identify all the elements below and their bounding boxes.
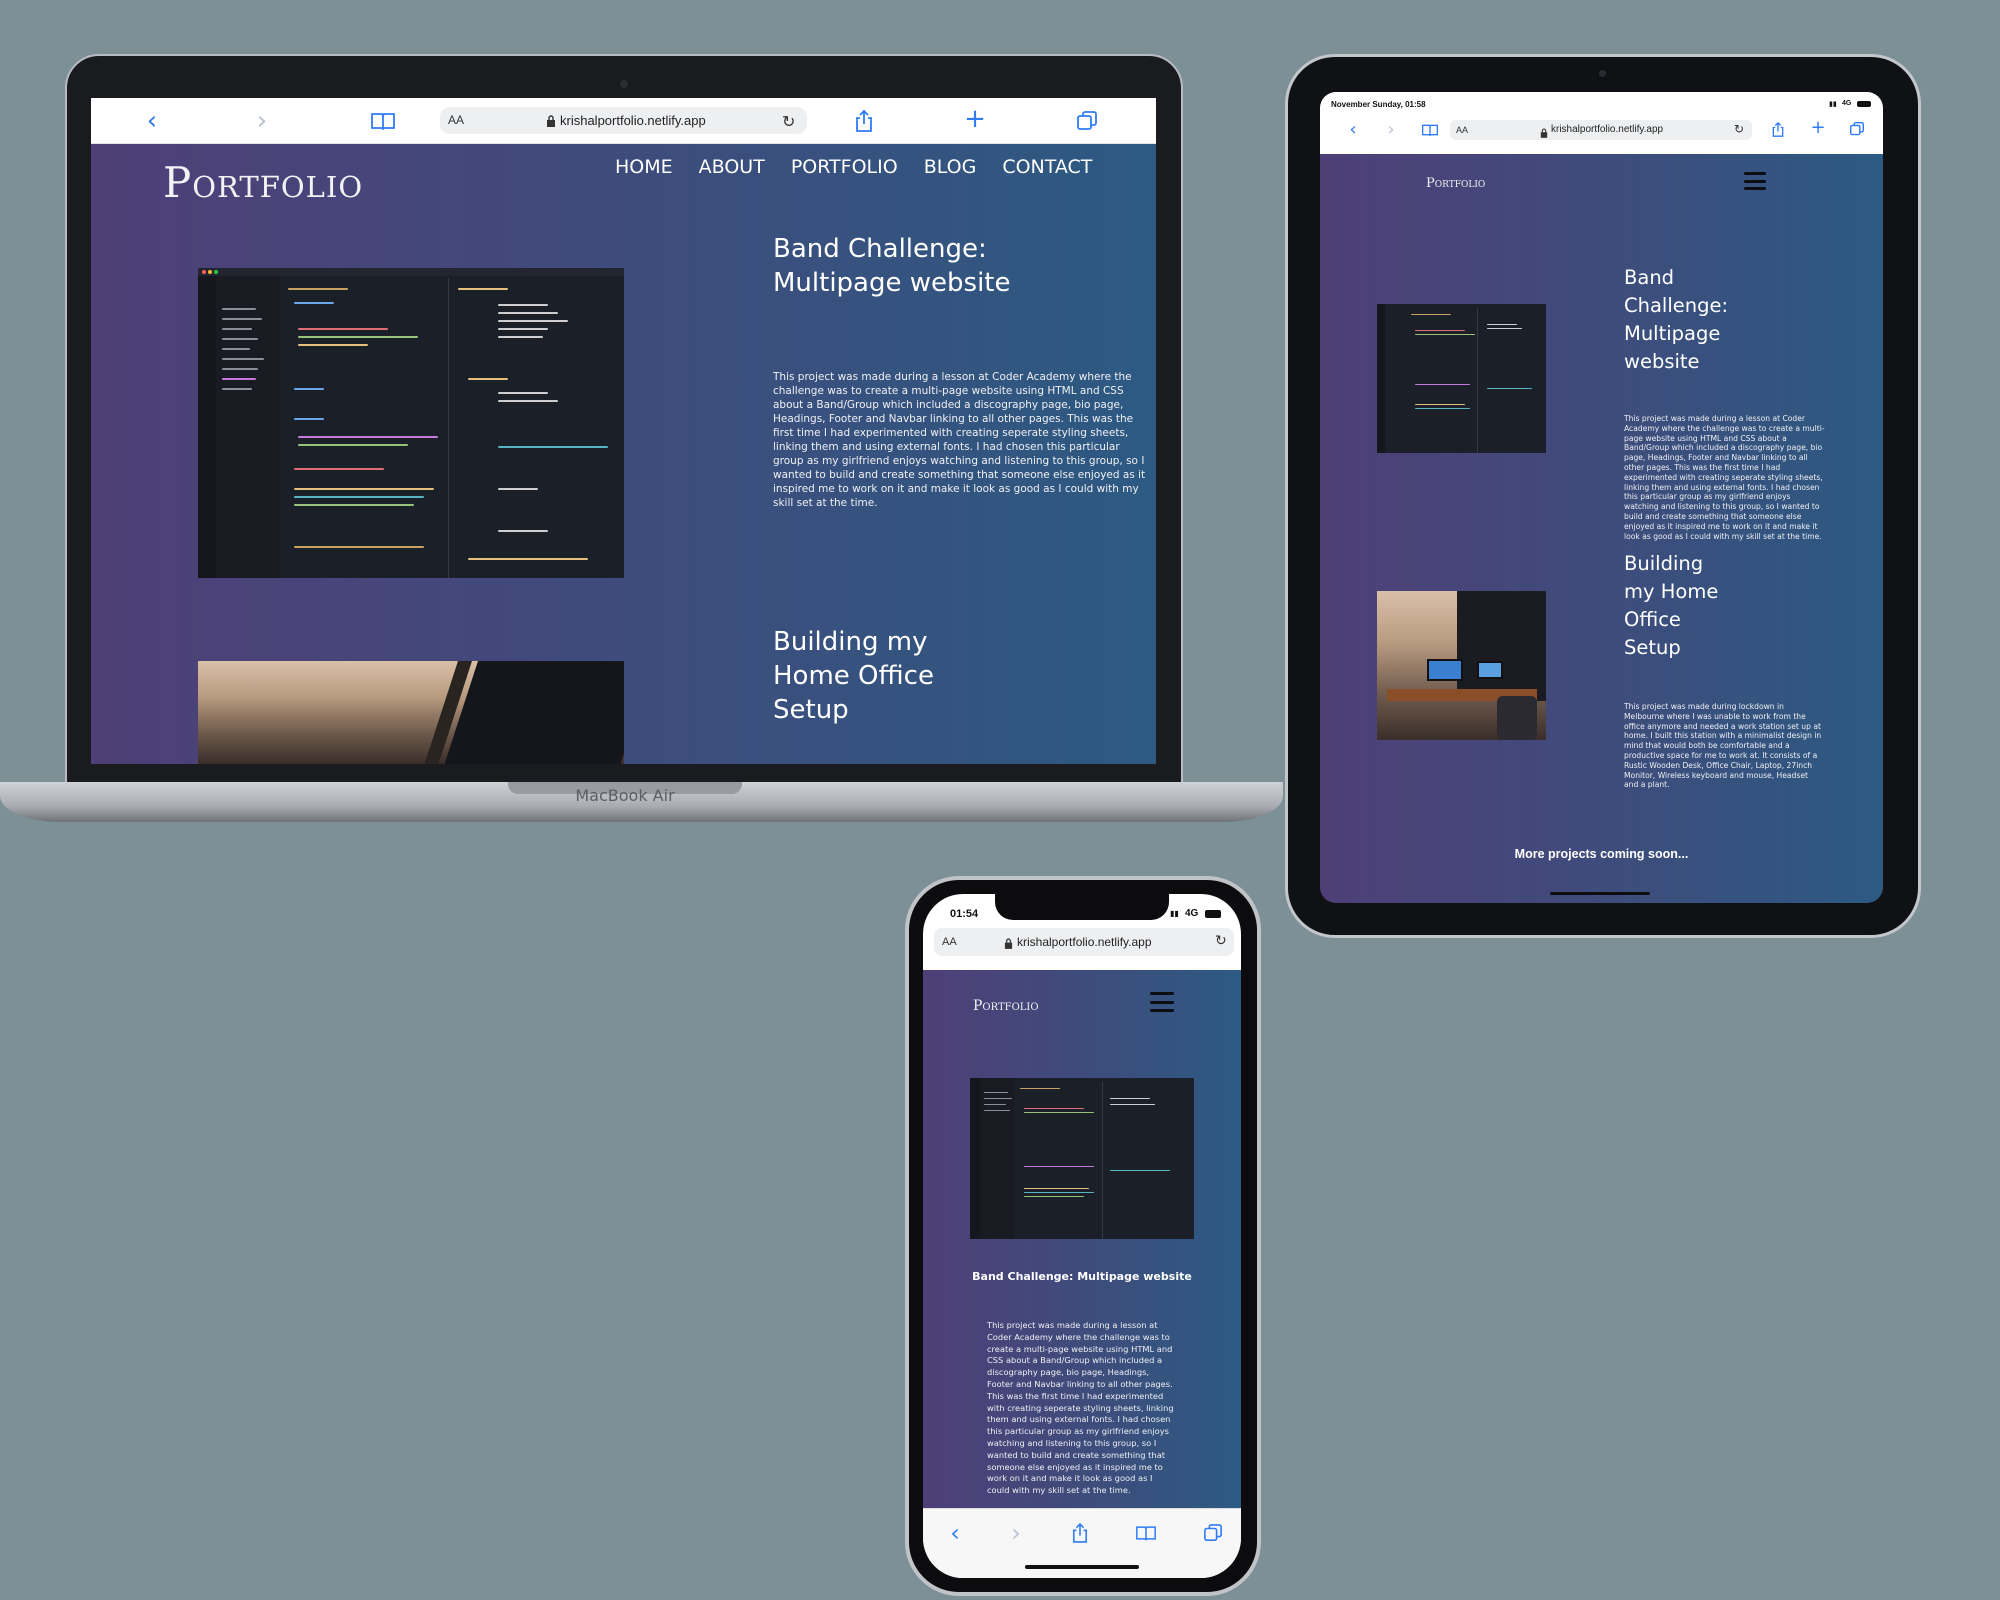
site-logo[interactable]: Portfolio — [973, 998, 1039, 1014]
text-size-button[interactable]: AA — [942, 936, 957, 948]
back-icon[interactable]: ‹ — [943, 1519, 967, 1547]
site-logo[interactable]: Portfolio — [1426, 176, 1485, 191]
forward-icon[interactable]: › — [247, 106, 277, 136]
laptop-address-bar[interactable]: AA krishalportfolio.netlify.app ↻ — [440, 107, 807, 134]
project-image-home-office — [198, 661, 624, 764]
book-icon[interactable] — [1134, 1521, 1158, 1545]
project-image-home-office — [1377, 591, 1546, 740]
forward-icon[interactable]: › — [1004, 1519, 1028, 1547]
nav-portfolio[interactable]: PORTFOLIO — [791, 156, 898, 178]
nav-about[interactable]: ABOUT — [699, 156, 765, 178]
share-icon[interactable] — [1068, 1521, 1092, 1545]
phone-address-bar[interactable]: AA krishalportfolio.netlify.app ↻ — [934, 928, 1234, 956]
site-logo[interactable]: Portfolio — [163, 158, 363, 207]
share-icon[interactable] — [849, 106, 879, 136]
project-title: Band Challenge: Multipage website — [1624, 266, 1729, 373]
project-description: This project was made during a lesson at… — [1624, 414, 1825, 541]
home-indicator — [1025, 1565, 1139, 1569]
text-size-button[interactable]: AA — [1456, 125, 1468, 135]
url-text: krishalportfolio.netlify.app — [1551, 124, 1664, 135]
laptop-camera — [620, 80, 628, 88]
battery-icon — [1205, 910, 1221, 918]
tablet-camera — [1599, 70, 1606, 77]
tabs-icon[interactable] — [1201, 1521, 1225, 1545]
battery-icon — [1857, 101, 1871, 107]
phone-network-label: 4G — [1185, 908, 1199, 919]
phone-site-viewport: Portfolio Band Challenge: Multipage webs… — [923, 970, 1241, 1508]
phone-screen: 01:54 ▮▮ 4G AA krishalportfolio.netlify.… — [923, 894, 1241, 1578]
book-icon[interactable] — [1421, 122, 1439, 138]
project-title: Building my Home Office Setup — [773, 627, 934, 725]
book-icon[interactable] — [368, 108, 398, 134]
tabs-icon[interactable] — [1848, 120, 1866, 138]
text-size-button[interactable]: AA — [448, 113, 464, 127]
tabs-icon[interactable] — [1072, 106, 1102, 136]
hamburger-menu-icon[interactable] — [1744, 172, 1766, 190]
signal-icon: ▮▮ — [1829, 101, 1837, 108]
project-description: This project was made during a lesson at… — [773, 371, 1146, 509]
home-indicator — [1550, 892, 1650, 895]
plus-icon[interactable]: + — [960, 104, 990, 134]
laptop-label: MacBook Air — [575, 786, 675, 805]
tablet-network-label: 4G — [1842, 100, 1852, 107]
project-image-code-editor — [198, 268, 624, 578]
forward-icon[interactable]: › — [1382, 119, 1400, 140]
project-description: This project was made during lockdown in… — [1624, 702, 1822, 790]
project-image-code-editor — [970, 1078, 1194, 1239]
laptop-site-viewport: Portfolio HOME ABOUT PORTFOLIO BLOG CONT… — [91, 144, 1156, 764]
url-text: krishalportfolio.netlify.app — [1017, 935, 1152, 949]
nav-home[interactable]: HOME — [615, 156, 673, 178]
tablet-status-time: November Sunday, 01:58 — [1331, 100, 1426, 109]
back-icon[interactable]: ‹ — [137, 106, 167, 136]
signal-icon: ▮▮ — [1170, 909, 1179, 918]
lock-icon — [546, 114, 556, 127]
lock-icon — [1004, 936, 1013, 949]
plus-icon[interactable]: + — [1809, 117, 1827, 138]
project-title: Band Challenge: Multipage website — [972, 1270, 1192, 1283]
back-icon[interactable]: ‹ — [1344, 119, 1362, 140]
nav-blog[interactable]: BLOG — [924, 156, 977, 178]
project-title: Band Challenge: Multipage website — [773, 234, 1011, 298]
tablet-site-viewport: Portfolio Band Challenge: Multipage webs… — [1320, 154, 1883, 903]
phone-bottom-toolbar: ‹ › — [923, 1508, 1241, 1578]
url-text: krishalportfolio.netlify.app — [560, 113, 706, 128]
project-image-code-editor — [1377, 304, 1546, 453]
phone-status-time: 01:54 — [950, 908, 979, 920]
tablet-address-bar[interactable]: AA krishalportfolio.netlify.app ↻ — [1450, 120, 1752, 140]
laptop-browser-toolbar: ‹ › AA krishalportfolio.netlify.app ↻ + — [91, 98, 1156, 144]
nav-contact[interactable]: CONTACT — [1002, 156, 1092, 178]
tablet-browser-chrome: November Sunday, 01:58 ▮▮ 4G ‹ › AA kris… — [1320, 92, 1883, 154]
reload-icon[interactable]: ↻ — [1734, 122, 1744, 136]
project-title: Building my Home Office Setup — [1624, 552, 1719, 659]
reload-icon[interactable]: ↻ — [1215, 933, 1227, 949]
lock-icon — [1540, 125, 1548, 138]
hamburger-menu-icon[interactable] — [1150, 992, 1174, 1012]
phone-notch — [995, 894, 1169, 920]
project-description: This project was made during a lesson at… — [987, 1320, 1174, 1496]
reload-icon[interactable]: ↻ — [782, 112, 795, 131]
more-projects-text: More projects coming soon... — [1514, 847, 1689, 861]
share-icon[interactable] — [1769, 120, 1787, 138]
site-navbar: HOME ABOUT PORTFOLIO BLOG CONTACT — [615, 156, 1092, 178]
